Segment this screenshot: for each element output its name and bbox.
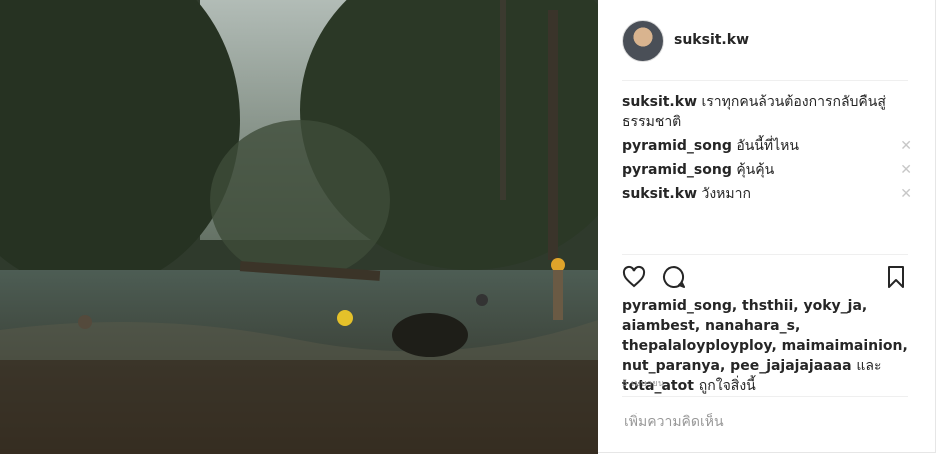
- comment-item: pyramid_song คุ้นคุ้น ✕: [622, 160, 912, 180]
- comment-list: suksit.kw เราทุกคนล้วนต้องการกลับคืนสู่ธ…: [622, 92, 912, 208]
- comment-author[interactable]: pyramid_song: [622, 162, 732, 178]
- username-link[interactable]: suksit.kw: [674, 32, 749, 48]
- avatar[interactable]: [622, 20, 664, 62]
- comment-text: อันนี้ที่ไหน: [736, 138, 799, 154]
- heart-icon[interactable]: [622, 265, 646, 293]
- post-photo[interactable]: [0, 0, 598, 454]
- post-date[interactable]: 5 เมษายน: [622, 376, 664, 390]
- add-comment-input[interactable]: [622, 413, 906, 431]
- add-comment-section: [622, 396, 908, 453]
- caption: suksit.kw เราทุกคนล้วนต้องการกลับคืนสู่ธ…: [622, 92, 912, 132]
- close-icon[interactable]: ✕: [900, 184, 912, 204]
- likes-summary: pyramid_song, thsthii, yoky_ja, aiambest…: [622, 296, 912, 396]
- post-sidebar: suksit.kw suksit.kw เราทุกคนล้วนต้องการก…: [598, 0, 936, 453]
- comment-item: suksit.kw วังหมาก ✕: [622, 184, 912, 204]
- comment-item: pyramid_song อันนี้ที่ไหน ✕: [622, 136, 912, 156]
- caption-author[interactable]: suksit.kw: [622, 94, 697, 110]
- comment-author[interactable]: suksit.kw: [622, 186, 697, 202]
- post-header: suksit.kw: [622, 20, 908, 81]
- comment-icon[interactable]: [662, 265, 686, 293]
- likes-connector: และ: [856, 358, 882, 374]
- comment-author[interactable]: pyramid_song: [622, 138, 732, 154]
- close-icon[interactable]: ✕: [900, 160, 912, 180]
- action-bar: [622, 254, 908, 295]
- close-icon[interactable]: ✕: [900, 136, 912, 156]
- likes-suffix: ถูกใจสิ่งนี้: [698, 378, 756, 394]
- comment-text: วังหมาก: [701, 186, 751, 202]
- bookmark-icon[interactable]: [886, 265, 906, 293]
- forest-stream-image: [0, 0, 598, 454]
- comment-text: คุ้นคุ้น: [736, 162, 775, 178]
